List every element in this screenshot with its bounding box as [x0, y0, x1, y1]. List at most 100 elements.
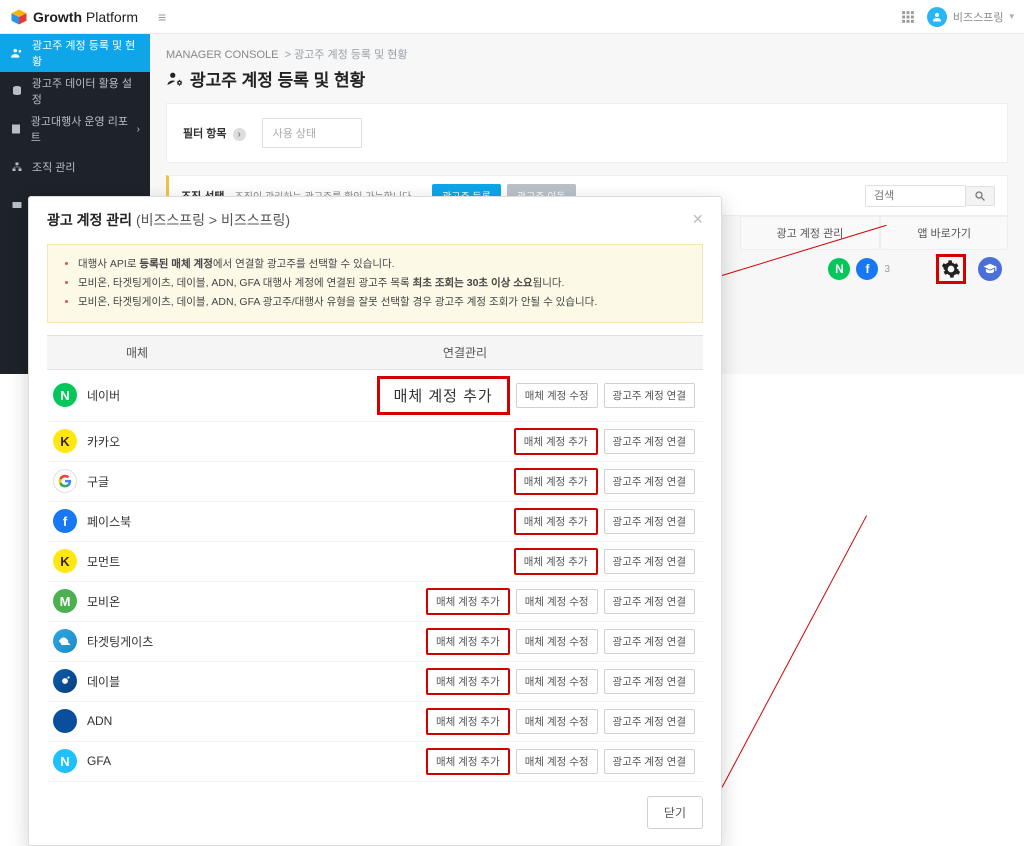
modal-close-button[interactable]: 닫기: [647, 796, 703, 829]
search-input[interactable]: [865, 185, 965, 207]
caret-down-icon: ▾: [1009, 11, 1014, 22]
col-media: 매체: [47, 336, 227, 369]
table-row: 구글 매체 계정 추가광고주 계정 연결: [47, 462, 703, 502]
media-icon: N: [53, 383, 77, 407]
hamburger-icon[interactable]: ≡: [158, 9, 166, 25]
media-add-button[interactable]: 매체 계정 추가: [426, 748, 510, 775]
database-icon: [10, 85, 24, 97]
table-row: K 카카오 매체 계정 추가광고주 계정 연결: [47, 422, 703, 462]
advertiser-link-button[interactable]: 광고주 계정 연결: [604, 429, 695, 454]
media-name: GFA: [87, 754, 111, 768]
sidebar-label: 광고주 데이터 활용 설정: [32, 75, 140, 107]
media-edit-button[interactable]: 매체 계정 수정: [516, 589, 598, 614]
sidebar-item-accounts[interactable]: 광고주 계정 등록 및 현황: [0, 34, 150, 72]
user-avatar-icon: [927, 7, 947, 27]
media-cell: 타겟팅게이츠: [47, 629, 227, 653]
apps-grid-icon[interactable]: [901, 10, 915, 24]
sitemap-icon: [10, 161, 24, 173]
media-icon: N: [53, 749, 77, 773]
page-title-text: 광고주 계정 등록 및 현황: [190, 66, 365, 91]
media-edit-button[interactable]: 매체 계정 수정: [516, 629, 598, 654]
media-add-button[interactable]: 매체 계정 추가: [377, 376, 510, 415]
graduation-cap-icon[interactable]: [978, 257, 1002, 281]
advertiser-link-button[interactable]: 광고주 계정 연결: [604, 709, 695, 734]
search-box: [865, 185, 995, 207]
media-name: 타겟팅게이츠: [87, 633, 153, 650]
media-edit-button[interactable]: 매체 계정 수정: [516, 749, 598, 774]
breadcrumb: MANAGER CONSOLE > 광고주 계정 등록 및 현황: [166, 46, 1008, 62]
modal-header: 광고 계정 관리 (비즈스프링 > 비즈스프링) ×: [29, 197, 721, 238]
media-cell: 구글: [47, 469, 227, 493]
media-icon: K: [53, 549, 77, 573]
modal-info-box: 대행사 API로 등록된 매체 계정에서 연결할 광고주를 선택할 수 있습니다…: [47, 244, 703, 323]
info-line-3: 모비온, 타겟팅게이츠, 데이블, ADN, GFA 광고주/대행사 유형을 잘…: [78, 293, 688, 312]
media-icon: [53, 629, 77, 653]
user-menu[interactable]: 비즈스프링 ▾: [927, 7, 1014, 27]
filter-status-select[interactable]: 사용 상태: [262, 118, 362, 148]
media-icon: [53, 469, 77, 493]
col-mgmt: 연결관리: [227, 336, 703, 369]
sidebar-item-org[interactable]: 조직 관리: [0, 148, 150, 186]
media-add-button[interactable]: 매체 계정 추가: [426, 708, 510, 735]
table-header: 매체 연결관리: [47, 335, 703, 370]
media-name: 페이스북: [87, 513, 131, 530]
mgmt-cell: 매체 계정 추가매체 계정 수정광고주 계정 연결: [227, 588, 703, 615]
advertiser-link-button[interactable]: 광고주 계정 연결: [604, 589, 695, 614]
modal-title: 광고 계정 관리 (비즈스프링 > 비즈스프링): [47, 210, 290, 230]
mgmt-cell: 매체 계정 추가광고주 계정 연결: [227, 508, 703, 535]
mgmt-cell: 매체 계정 추가매체 계정 수정광고주 계정 연결: [227, 668, 703, 695]
breadcrumb-leaf: 광고주 계정 등록 및 현황: [294, 49, 407, 61]
sidebar-item-data[interactable]: 광고주 데이터 활용 설정: [0, 72, 150, 110]
tab-app-shortcut[interactable]: 앱 바로가기: [880, 216, 1008, 250]
media-name: 카카오: [87, 433, 120, 450]
page-title: 광고주 계정 등록 및 현황: [166, 66, 1008, 91]
breadcrumb-root[interactable]: MANAGER CONSOLE: [166, 49, 278, 61]
advertiser-link-button[interactable]: 광고주 계정 연결: [604, 749, 695, 774]
mgmt-cell: 매체 계정 추가매체 계정 수정광고주 계정 연결: [227, 748, 703, 775]
media-icon: f: [53, 509, 77, 533]
media-icon: [53, 669, 77, 693]
media-edit-button[interactable]: 매체 계정 수정: [516, 709, 598, 734]
table-row: 타겟팅게이츠 매체 계정 추가매체 계정 수정광고주 계정 연결: [47, 622, 703, 662]
media-add-button[interactable]: 매체 계정 추가: [426, 668, 510, 695]
media-cell: M 모비온: [47, 589, 227, 613]
sidebar-label: 광고대행사 운영 리포트: [31, 113, 129, 145]
search-button[interactable]: [965, 186, 995, 206]
advertiser-link-button[interactable]: 광고주 계정 연결: [604, 549, 695, 574]
naver-badge-icon: N: [828, 258, 850, 280]
advertiser-link-button[interactable]: 광고주 계정 연결: [604, 469, 695, 494]
advertiser-link-button[interactable]: 광고주 계정 연결: [604, 629, 695, 654]
media-add-button[interactable]: 매체 계정 추가: [514, 428, 598, 455]
table-row: N GFA 매체 계정 추가매체 계정 수정광고주 계정 연결: [47, 742, 703, 782]
mgmt-cell: 매체 계정 추가매체 계정 수정광고주 계정 연결: [227, 376, 703, 415]
media-add-button[interactable]: 매체 계정 추가: [426, 628, 510, 655]
table-row: f 페이스북 매체 계정 추가광고주 계정 연결: [47, 502, 703, 542]
media-cell: ADN: [47, 709, 227, 733]
media-name: 네이버: [87, 387, 120, 404]
media-add-button[interactable]: 매체 계정 추가: [514, 468, 598, 495]
media-add-button[interactable]: 매체 계정 추가: [514, 508, 598, 535]
media-cell: 데이블: [47, 669, 227, 693]
media-edit-button[interactable]: 매체 계정 수정: [516, 669, 598, 694]
chevron-right-icon: ›: [137, 124, 140, 135]
advertiser-link-button[interactable]: 광고주 계정 연결: [604, 669, 695, 694]
gear-icon[interactable]: [941, 259, 961, 279]
advertiser-link-button[interactable]: 광고주 계정 연결: [604, 509, 695, 534]
media-cell: f 페이스북: [47, 509, 227, 533]
close-icon[interactable]: ×: [692, 209, 703, 230]
card-icon: [10, 199, 24, 211]
account-mgmt-modal: 광고 계정 관리 (비즈스프링 > 비즈스프링) × 대행사 API로 등록된 …: [28, 196, 722, 846]
media-cell: K 카카오: [47, 429, 227, 453]
media-add-button[interactable]: 매체 계정 추가: [426, 588, 510, 615]
media-add-button[interactable]: 매체 계정 추가: [514, 548, 598, 575]
table-row: 데이블 매체 계정 추가매체 계정 수정광고주 계정 연결: [47, 662, 703, 702]
table-row: N 네이버 매체 계정 추가매체 계정 수정광고주 계정 연결: [47, 370, 703, 422]
sidebar-item-report[interactable]: 광고대행사 운영 리포트 ›: [0, 110, 150, 148]
media-edit-button[interactable]: 매체 계정 수정: [516, 383, 598, 408]
brand-logo[interactable]: Growth Platform: [10, 8, 150, 26]
media-icon: [53, 709, 77, 733]
advertiser-link-button[interactable]: 광고주 계정 연결: [604, 383, 695, 408]
media-cell: N GFA: [47, 749, 227, 773]
filter-panel: 필터 항목 › 사용 상태: [166, 103, 1008, 163]
facebook-badge-icon: f: [856, 258, 878, 280]
